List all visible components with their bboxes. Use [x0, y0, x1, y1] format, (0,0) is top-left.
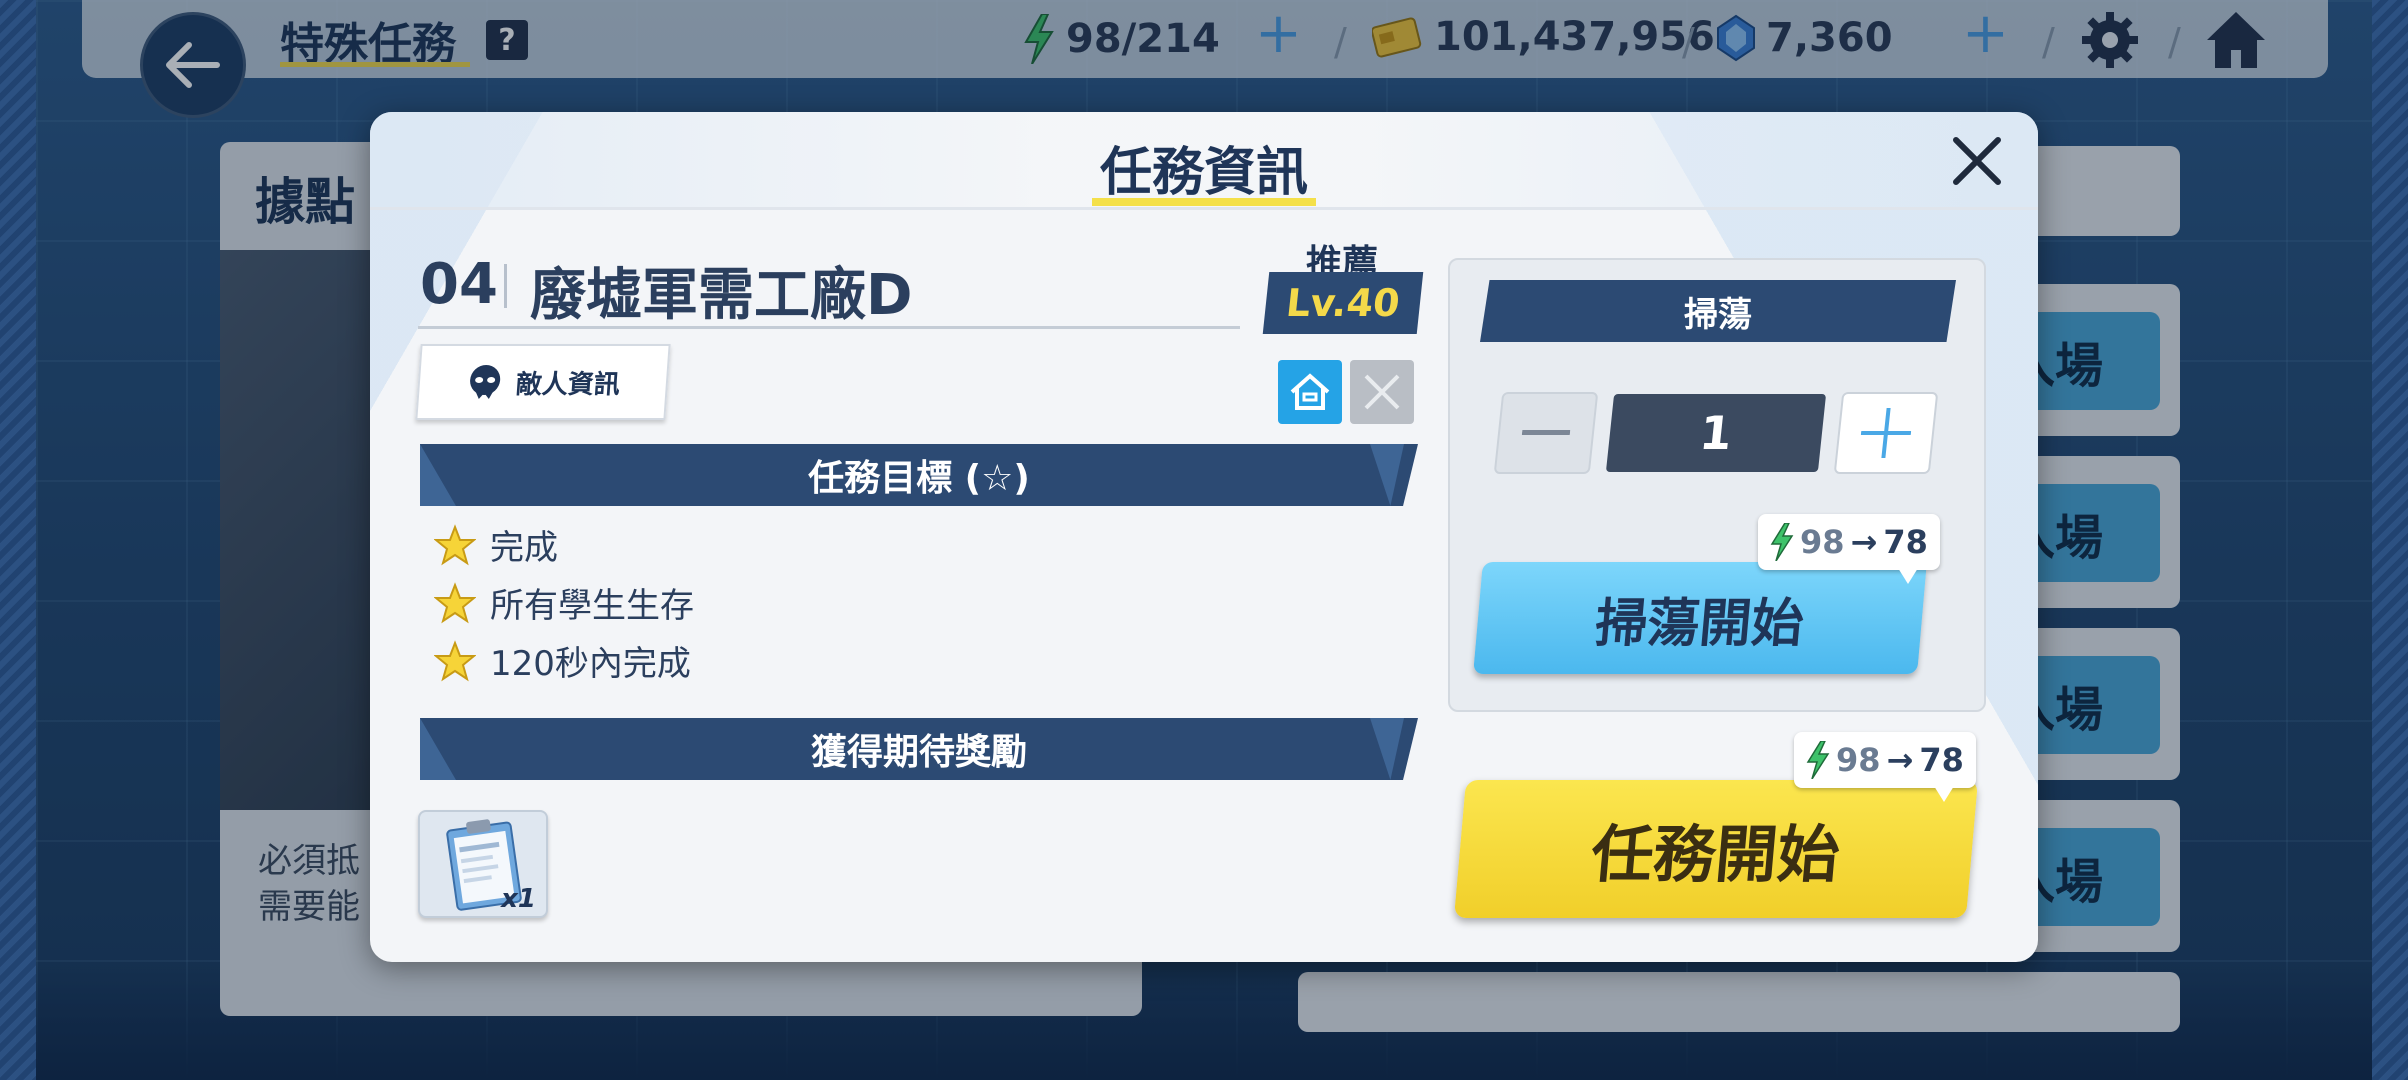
enemy-info-button[interactable]: 敵人資訊	[415, 344, 671, 420]
mission-start-button[interactable]: 任務開始	[1453, 780, 1979, 918]
stage-name: 廢墟軍需工廠D	[530, 263, 913, 328]
enemy-info-label: 敵人資訊	[514, 369, 621, 400]
mission-info-dialog: 任務資訊 04 廢墟軍需工廠D 推薦 Lv.40 敵人資訊 任務目標 (☆) 完…	[370, 112, 2038, 962]
objective-item: 所有學生生存	[434, 578, 694, 627]
plus-icon	[1860, 408, 1912, 458]
disabled-x-icon	[1350, 360, 1414, 424]
sweep-decrease-button[interactable]	[1493, 392, 1599, 474]
sweep-header: 掃蕩	[1480, 280, 1956, 342]
lightning-icon	[1770, 523, 1794, 561]
rewards-header-label: 獲得期待獎勵	[810, 732, 1027, 773]
sweep-start-button[interactable]: 掃蕩開始	[1473, 562, 1927, 674]
reward-item[interactable]: x1	[418, 810, 548, 918]
lightning-icon	[1806, 741, 1830, 779]
sweep-cost-bubble: 98 → 78	[1758, 514, 1940, 584]
sweep-cost-from: 98	[1800, 523, 1845, 561]
divider	[418, 326, 1240, 329]
rewards-header: 獲得期待獎勵	[420, 718, 1418, 780]
sweep-count: 1	[1605, 394, 1827, 472]
objectives-header: 任務目標 (☆)	[420, 444, 1418, 506]
recommend-level: Lv.40	[1284, 281, 1402, 325]
close-icon[interactable]	[1948, 132, 2006, 190]
mission-start-label: 任務開始	[1588, 818, 1843, 891]
minus-icon	[1521, 430, 1571, 435]
sweep-increase-button[interactable]	[1833, 392, 1939, 474]
sweep-start-label: 掃蕩開始	[1592, 593, 1807, 654]
star-icon	[434, 581, 476, 623]
objective-item: 120秒內完成	[434, 636, 691, 685]
reward-quantity: x1	[501, 884, 536, 914]
sweep-count-value: 1	[1697, 406, 1735, 460]
x-mark-icon	[1364, 374, 1400, 410]
mission-cost-from: 98	[1836, 741, 1881, 779]
stage-number: 04	[420, 252, 498, 317]
objective-text: 完成	[490, 528, 558, 568]
sweep-cost-to: 78	[1883, 523, 1928, 561]
title-underline	[1092, 198, 1316, 206]
objective-text: 所有學生生存	[490, 586, 694, 626]
star-icon	[434, 639, 476, 681]
mission-cost-bubble: 98 → 78	[1794, 732, 1976, 802]
objectives-header-label: 任務目標 (☆)	[808, 458, 1030, 499]
mission-cost-to: 78	[1919, 741, 1964, 779]
star-icon	[434, 523, 476, 565]
terrain-indoor-icon	[1278, 360, 1342, 424]
recommend-level-badge: Lv.40	[1262, 272, 1424, 334]
enemy-skull-icon	[470, 365, 501, 399]
objective-text: 120秒內完成	[490, 644, 691, 684]
divider	[504, 264, 507, 308]
house-icon	[1290, 373, 1330, 410]
objective-item: 完成	[434, 520, 558, 569]
arrow-right-icon: →	[1886, 741, 1914, 779]
arrow-right-icon: →	[1850, 523, 1878, 561]
dialog-title: 任務資訊	[1099, 143, 1308, 203]
